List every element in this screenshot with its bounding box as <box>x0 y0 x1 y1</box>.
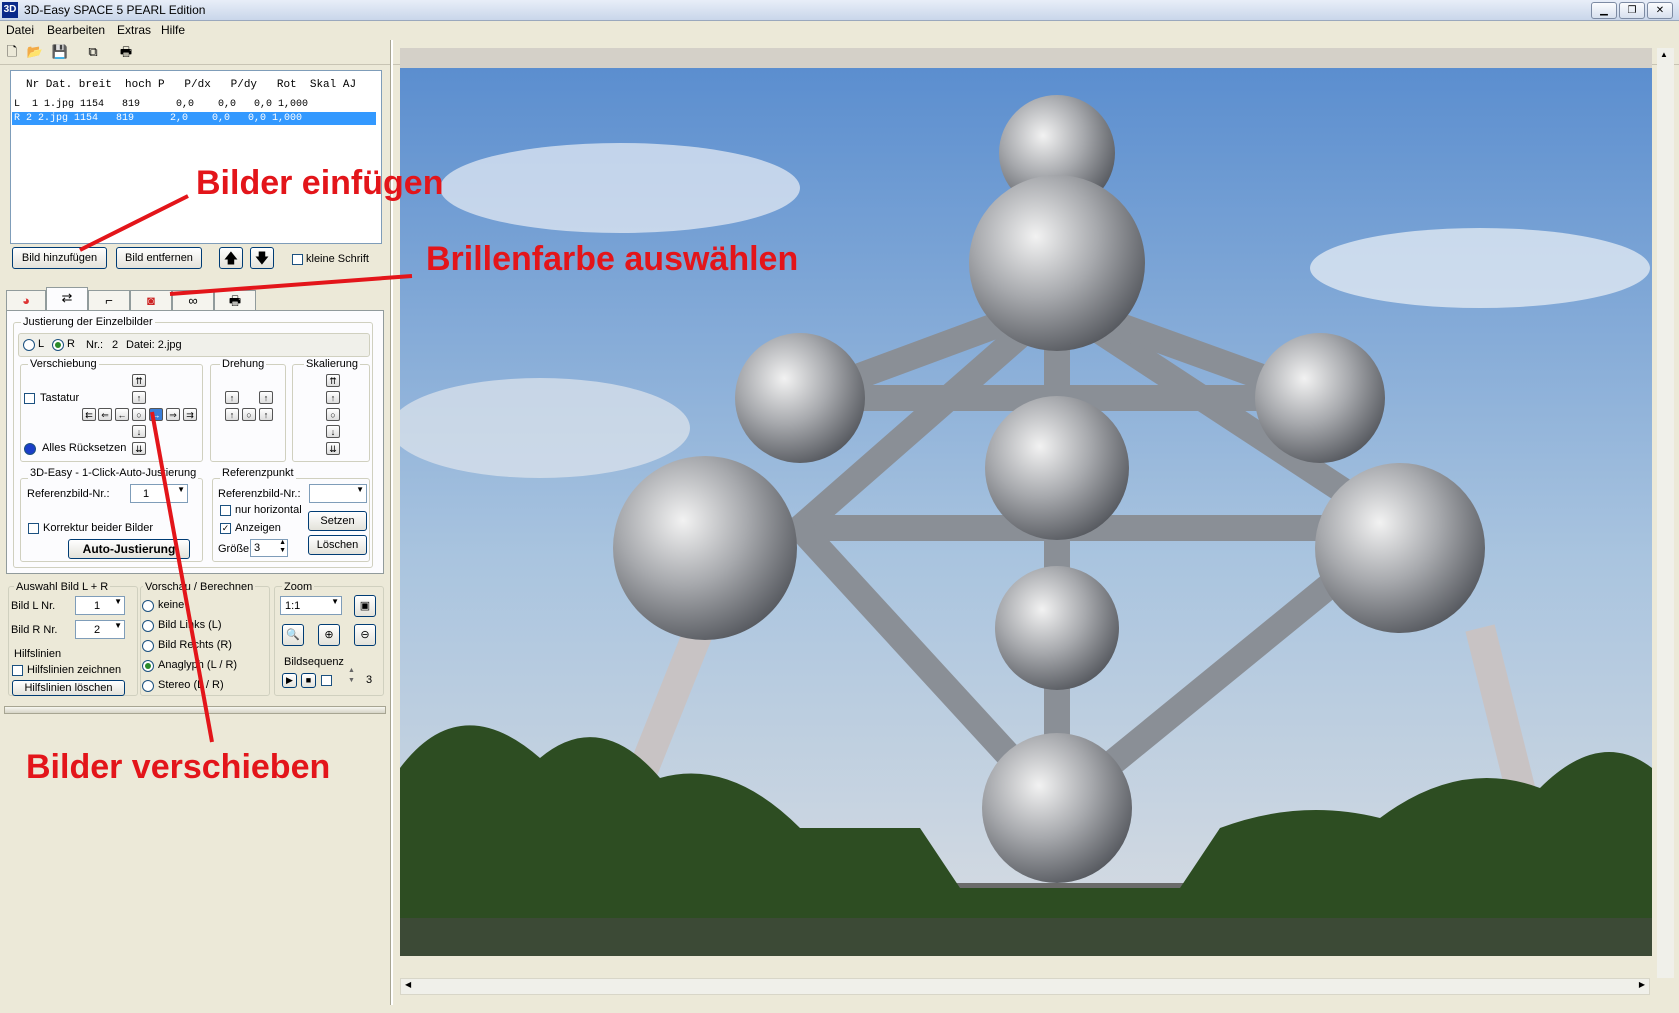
annotation-glasses-color: Brillenfarbe auswählen <box>426 240 799 278</box>
annotation-lines <box>79 194 413 743</box>
annotation-shift-images: Bilder verschieben <box>26 748 331 786</box>
annotation-insert-images: Bilder einfügen <box>196 164 444 202</box>
